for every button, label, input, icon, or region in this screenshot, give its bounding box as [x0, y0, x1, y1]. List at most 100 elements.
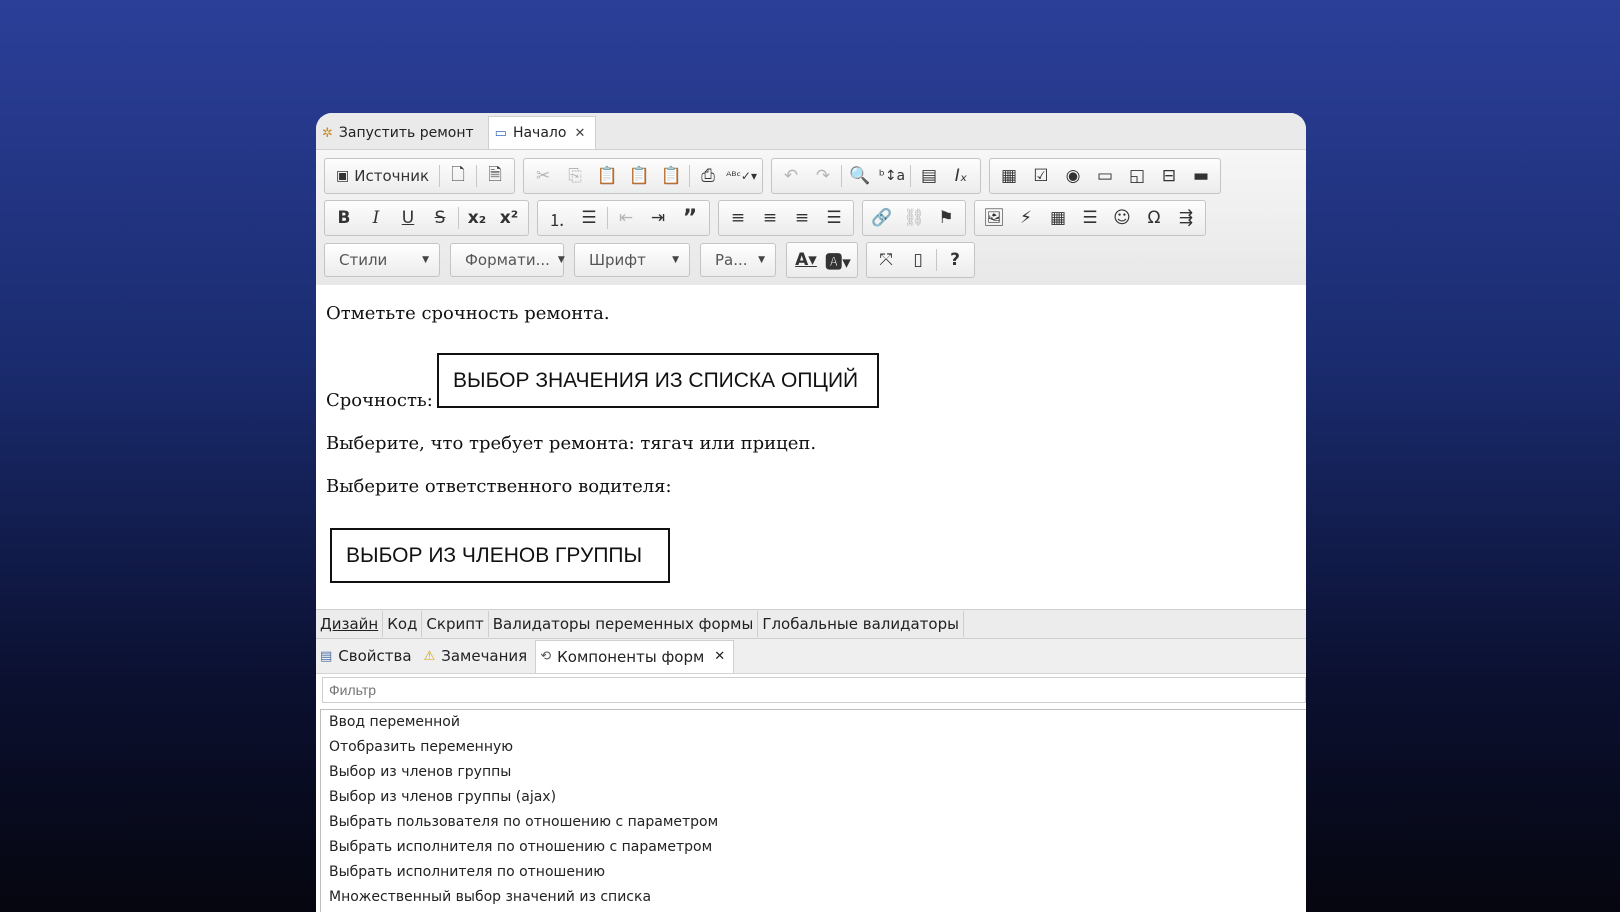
superscript-icon: x²	[499, 208, 519, 228]
tab-start[interactable]: ▭ Начало ✕	[487, 116, 597, 149]
align-right-button[interactable]: ≡	[786, 203, 818, 233]
editor-content[interactable]: Отметьте срочность ремонта. Срочность: В…	[316, 285, 1306, 609]
bold-button[interactable]: B	[328, 203, 360, 233]
checkbox-button[interactable]: ☑	[1025, 161, 1057, 191]
subscript-button[interactable]: x₂	[461, 203, 493, 233]
radio-icon: ◉	[1065, 166, 1081, 186]
styles-combo[interactable]: Стили ▼	[324, 243, 440, 277]
spellcheck-button[interactable]: ᴬᴮᶜ✓▾	[724, 161, 759, 191]
maximize-icon: ⤧	[879, 250, 893, 270]
link-button[interactable]: 🔗	[866, 203, 898, 233]
replace-button[interactable]: ᵇ↕a	[876, 161, 908, 191]
print-button[interactable]: ⎙	[692, 161, 724, 191]
table-icon: ▦	[1049, 208, 1067, 228]
italic-button[interactable]: I	[360, 203, 392, 233]
align-center-button[interactable]: ≡	[754, 203, 786, 233]
driver-select-widget[interactable]: ВЫБОР ИЗ ЧЛЕНОВ ГРУППЫ	[330, 528, 670, 583]
separator	[689, 165, 691, 187]
select-all-button[interactable]: ▤	[913, 161, 945, 191]
copy-button[interactable]: ⎘	[559, 161, 591, 191]
format-label: Формати...	[465, 251, 550, 269]
table-button[interactable]: ▦	[1042, 203, 1074, 233]
about-button[interactable]: ?	[939, 245, 971, 275]
new-page-button[interactable]: 🗋	[442, 161, 474, 191]
unlink-button[interactable]: ⛓	[898, 203, 930, 233]
list-item[interactable]: Ввод переменной	[321, 710, 1306, 735]
tab-code[interactable]: Код	[383, 611, 423, 637]
tab-label: Запустить ремонт	[338, 125, 474, 141]
remove-format-button[interactable]: Iₓ	[945, 161, 977, 191]
align-justify-button[interactable]: ☰	[818, 203, 850, 233]
urgency-select-widget[interactable]: ВЫБОР ЗНАЧЕНИЯ ИЗ СПИСКА ОПЦИЙ	[437, 353, 879, 408]
font-combo[interactable]: Шрифт ▼	[574, 243, 690, 277]
tab-global-validators[interactable]: Глобальные валидаторы	[758, 611, 964, 637]
toolbar-group-form-fields: ▦ ☑ ◉ ▭ ◱ ⊟ ▬	[988, 158, 1221, 194]
superscript-button[interactable]: x²	[493, 203, 525, 233]
align-left-button[interactable]: ≡	[722, 203, 754, 233]
cut-button[interactable]: ✂	[527, 161, 559, 191]
tab-problems[interactable]: ⚠ Замечания	[420, 640, 536, 672]
undo-icon: ↶	[783, 166, 799, 186]
redo-button[interactable]: ↷	[807, 161, 839, 191]
checkbox-icon: ☑	[1033, 166, 1049, 186]
list-item[interactable]: Выбрать исполнителя по отношению	[321, 860, 1306, 885]
textfield-button[interactable]: ▭	[1089, 161, 1121, 191]
flash-button[interactable]: ⚡	[1010, 203, 1042, 233]
list-item[interactable]: Выбрать пользователя по отношению с пара…	[321, 810, 1306, 835]
tab-form-validators[interactable]: Валидаторы переменных формы	[489, 611, 759, 637]
select-icon: ⊟	[1161, 166, 1177, 186]
format-combo[interactable]: Формати... ▼	[450, 243, 565, 277]
find-button[interactable]: 🔍	[844, 161, 876, 191]
filter-input[interactable]	[322, 677, 1306, 703]
smiley-button[interactable]: ☺	[1106, 203, 1138, 233]
bulleted-list-button[interactable]: ☰	[573, 203, 605, 233]
maximize-button[interactable]: ⤧	[870, 245, 902, 275]
textarea-button[interactable]: ◱	[1121, 161, 1153, 191]
page-break-button[interactable]: ⇶	[1170, 203, 1202, 233]
radio-button[interactable]: ◉	[1057, 161, 1089, 191]
show-blocks-button[interactable]: ▯	[902, 245, 934, 275]
flash-icon: ⚡	[1020, 208, 1032, 228]
list-item[interactable]: Множественный выбор значений из списка	[321, 885, 1306, 910]
paste-text-button[interactable]: 📋	[623, 161, 655, 191]
textarea-icon: ◱	[1128, 166, 1146, 186]
underline-button[interactable]: U	[392, 203, 424, 233]
tab-launch-repair[interactable]: ✲ Запустить ремонт	[316, 117, 484, 149]
horizontal-rule-button[interactable]: ☰	[1074, 203, 1106, 233]
tab-form-components[interactable]: ⟲ Компоненты форм ✕	[535, 639, 735, 673]
special-char-button[interactable]: Ω	[1138, 203, 1170, 233]
tab-design[interactable]: Дизайн	[316, 611, 384, 637]
list-item[interactable]: Выбор из членов группы	[321, 760, 1306, 785]
list-item[interactable]: Выбор из членов группы (ajax)	[321, 785, 1306, 810]
strike-button[interactable]: S	[424, 203, 456, 233]
size-combo[interactable]: Ра... ▼	[700, 243, 776, 277]
list-item[interactable]: Отобразить переменную	[321, 735, 1306, 760]
paste-word-button[interactable]: 📋	[655, 161, 687, 191]
bg-color-button[interactable]: 🅰▾	[822, 245, 854, 275]
text-color-icon: A▾	[795, 250, 817, 270]
text-color-button[interactable]: A▾	[790, 245, 822, 275]
anchor-button[interactable]: ⚑	[930, 203, 962, 233]
source-button[interactable]: ▣ Источник	[328, 161, 437, 191]
indent-button[interactable]: ⇥	[642, 203, 674, 233]
outdent-icon: ⇤	[618, 208, 634, 228]
instruction-driver: Выберите ответственного водителя:	[326, 476, 672, 497]
tab-properties[interactable]: ▤ Свойства	[316, 640, 420, 672]
select-button[interactable]: ⊟	[1153, 161, 1185, 191]
numbered-list-button[interactable]: ⒈	[541, 203, 573, 233]
blockquote-button[interactable]: ”	[674, 203, 706, 233]
undo-button[interactable]: ↶	[775, 161, 807, 191]
button-button[interactable]: ▬	[1185, 161, 1217, 191]
horizontal-rule-icon: ☰	[1082, 208, 1098, 228]
templates-button[interactable]: 🗎	[479, 161, 511, 191]
size-label: Ра...	[715, 251, 748, 269]
paste-button[interactable]: 📋	[591, 161, 623, 191]
close-icon[interactable]: ✕	[714, 649, 725, 664]
list-item[interactable]: Выбрать исполнителя по отношению с парам…	[321, 835, 1306, 860]
image-button[interactable]: 🖼	[978, 203, 1010, 233]
form-button[interactable]: ▦	[993, 161, 1025, 191]
close-icon[interactable]: ✕	[574, 126, 585, 141]
warning-icon: ⚠	[423, 648, 436, 664]
tab-script[interactable]: Скрипт	[422, 611, 489, 637]
outdent-button[interactable]: ⇤	[610, 203, 642, 233]
